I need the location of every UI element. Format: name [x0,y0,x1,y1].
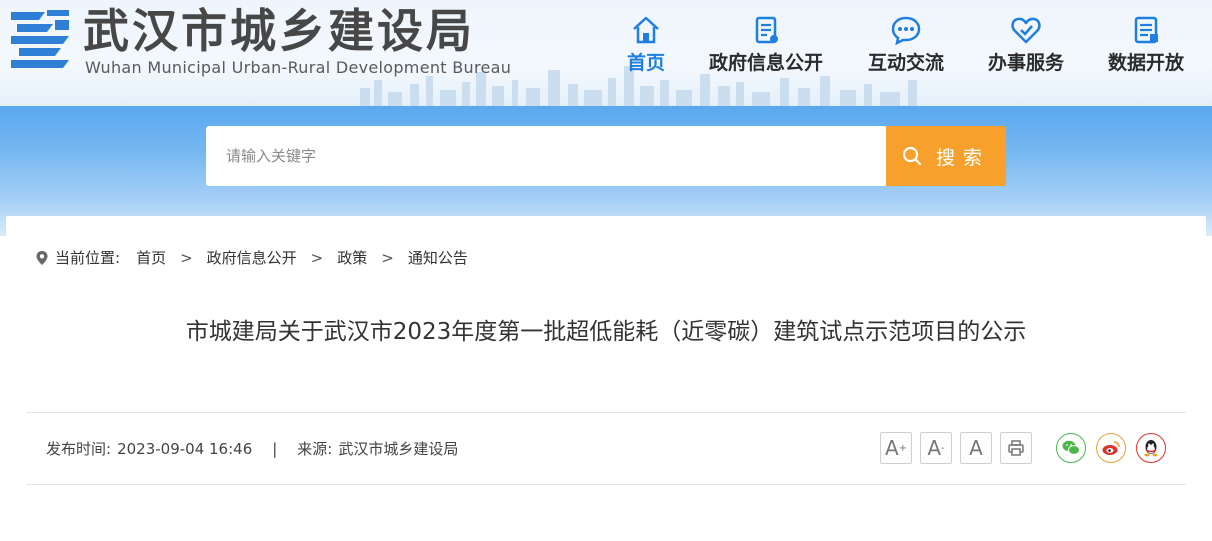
site-title: 武汉市城乡建设局 [83,4,475,58]
chat-icon [891,16,921,46]
printer-icon [1008,440,1024,456]
location-pin-icon [36,250,48,265]
breadcrumb-home[interactable]: 首页 [136,247,166,268]
breadcrumb-prefix: 当前位置: [55,249,121,267]
search-button-label: 搜索 [935,146,990,169]
source-label: 来源: [297,440,333,458]
home-icon [633,16,659,44]
font-decrease-mark: - [941,442,945,454]
search-button[interactable]: 搜索 [886,126,1006,186]
weibo-icon [1102,441,1120,455]
publish-label: 发布时间: [46,440,112,458]
nav-services[interactable]: 办事服务 [982,14,1070,75]
nav-services-label: 办事服务 [987,52,1064,74]
article-meta: 发布时间: 2023-09-04 16:46 | 来源: 武汉市城乡建设局 [46,438,458,459]
nav-open-data-label: 数据开放 [1107,52,1184,74]
nav-interaction-label: 互动交流 [867,52,944,74]
breadcrumb-separator: > [180,248,193,267]
font-decrease-button[interactable]: A- [920,432,952,464]
heart-service-icon [1011,17,1041,44]
font-default-button[interactable]: A [960,432,992,464]
publish-time: 2023-09-04 16:46 [117,439,253,458]
search-box [206,126,886,186]
nav-home[interactable]: 首页 [622,14,670,75]
search-input[interactable] [206,126,886,186]
search-icon [902,146,922,166]
bureau-logo-icon [11,10,69,68]
divider-bottom [26,484,1186,485]
font-default-label: A [969,436,983,460]
breadcrumb-separator: > [310,248,324,267]
qq-icon [1144,440,1158,457]
share-qq-button[interactable] [1136,433,1166,463]
share-weibo-button[interactable] [1096,433,1126,463]
font-increase-label: A [884,436,899,460]
site-subtitle: Wuhan Municipal Urban-Rural Development … [85,58,512,77]
breadcrumb: 当前位置: 首页 > 政府信息公开 > 政策 > 通知公告 [35,247,468,268]
nav-home-label: 首页 [626,52,665,74]
source-value: 武汉市城乡建设局 [338,440,459,458]
breadcrumb-notices[interactable]: 通知公告 [408,247,468,268]
breadcrumb-policy[interactable]: 政策 [337,247,367,268]
wechat-icon [1062,440,1080,455]
breadcrumb-gov-info[interactable]: 政府信息公开 [207,247,297,268]
data-icon [1134,16,1158,44]
breadcrumb-separator: > [381,248,394,267]
article-title: 市城建局关于武汉市2023年度第一批超低能耗（近零碳）建筑试点示范项目的公示 [185,319,1027,345]
document-icon [755,16,778,44]
meta-divider: | [272,439,278,458]
nav-gov-info-label: 政府信息公开 [708,52,823,74]
nav-open-data[interactable]: 数据开放 [1102,14,1190,75]
print-button[interactable] [1000,432,1032,464]
divider-top [26,412,1186,413]
font-increase-button[interactable]: A + [880,432,912,464]
share-wechat-button[interactable] [1056,433,1086,463]
nav-gov-info[interactable]: 政府信息公开 [702,14,830,75]
nav-interaction[interactable]: 互动交流 [862,14,950,75]
font-increase-mark: + [898,442,908,454]
site-header: 武汉市城乡建设局 Wuhan Municipal Urban-Rural Dev… [0,0,1212,106]
font-decrease-label: A [927,436,942,460]
